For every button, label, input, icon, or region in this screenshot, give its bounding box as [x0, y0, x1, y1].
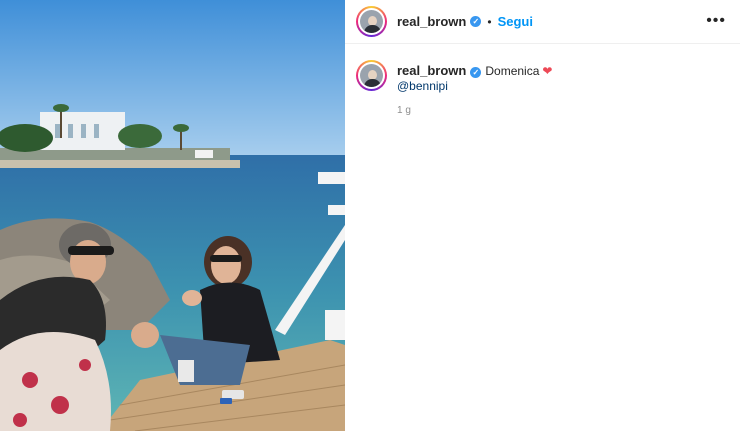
caption-verified-badge-icon: ✓: [470, 67, 482, 78]
post-photo[interactable]: [0, 0, 345, 431]
caption-avatar[interactable]: [356, 60, 387, 91]
more-options-icon[interactable]: •••: [706, 13, 726, 29]
follow-button[interactable]: Segui: [498, 14, 533, 29]
avatar-body: [364, 25, 381, 33]
post-timestamp[interactable]: 1 g: [397, 105, 411, 116]
caption-mention-link[interactable]: @bennipi: [397, 79, 552, 94]
header-separator: •: [487, 14, 492, 29]
caption-avatar-body: [364, 79, 381, 87]
avatar-inner: [358, 8, 385, 35]
post-header: real_brown ✓ • Segui •••: [345, 0, 740, 44]
header-username[interactable]: real_brown: [397, 14, 466, 29]
caption-avatar-inner: [358, 62, 385, 89]
caption-avatar-image: [360, 64, 383, 87]
avatar[interactable]: [356, 6, 387, 37]
heart-emoji-icon: ❤: [542, 64, 553, 78]
instagram-post: real_brown ✓ • Segui ••• real_brown ✓ Dome…: [0, 0, 740, 431]
post-image: [0, 0, 345, 431]
avatar-image: [360, 10, 383, 33]
caption-username[interactable]: real_brown: [397, 63, 466, 78]
post-sidebar: real_brown ✓ • Segui ••• real_brown ✓ Dome…: [345, 0, 740, 431]
caption-text-block: real_brown ✓ Domenica ❤ @bennipi: [397, 63, 552, 94]
post-caption: real_brown ✓ Domenica ❤ @bennipi: [345, 44, 740, 94]
verified-badge-icon: ✓: [470, 16, 482, 27]
caption-text: Domenica: [485, 64, 540, 78]
